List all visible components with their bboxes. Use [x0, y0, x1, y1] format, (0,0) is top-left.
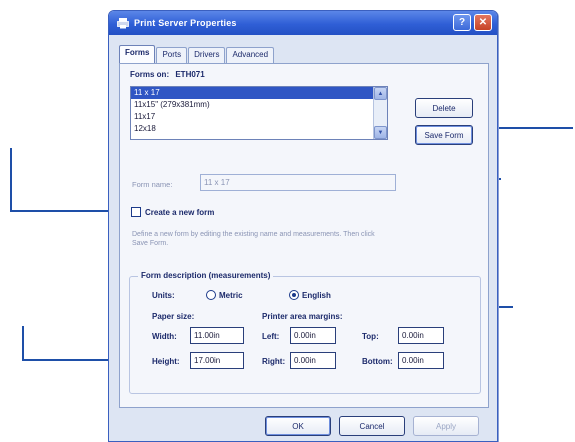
forms-on-label: Forms on: ETH071 [130, 70, 205, 79]
delete-button[interactable]: Delete [415, 98, 473, 118]
top-margin-label: Top: [362, 332, 379, 341]
save-form-button[interactable]: Save Form [415, 125, 473, 145]
forms-on-text: Forms on: [130, 70, 170, 79]
help-button[interactable]: ? [453, 14, 471, 31]
left-margin-field[interactable]: 0.00in [290, 327, 336, 344]
metric-radio[interactable] [206, 290, 216, 300]
list-item[interactable]: 11 x 17 [131, 87, 387, 99]
top-margin-field[interactable]: 0.00in [398, 327, 444, 344]
width-field[interactable]: 11.00in [190, 327, 244, 344]
scroll-down-icon[interactable]: ▼ [374, 126, 387, 139]
paper-size-label: Paper size: [152, 312, 195, 321]
forms-panel: Forms on: ETH071 11 x 17 11x15" (279x381… [119, 63, 489, 408]
right-margin-label: Right: [262, 357, 286, 366]
tab-advanced[interactable]: Advanced [226, 47, 275, 63]
ok-button[interactable]: OK [265, 416, 331, 436]
server-name: ETH071 [175, 70, 205, 79]
create-new-form-label: Create a new form [145, 207, 215, 217]
printer-margins-label: Printer area margins: [262, 312, 343, 321]
form-name-label: Form name: [132, 180, 173, 189]
height-label: Height: [152, 357, 180, 366]
right-margin-field[interactable]: 0.00in [290, 352, 336, 369]
create-form-description: Define a new form by editing the existin… [132, 231, 375, 247]
width-label: Width: [152, 332, 177, 341]
create-new-form-checkbox[interactable] [131, 207, 141, 217]
metric-radio-option[interactable]: Metric [206, 290, 243, 300]
tab-drivers[interactable]: Drivers [188, 47, 226, 63]
english-label: English [302, 290, 331, 300]
height-field[interactable]: 17.00in [190, 352, 244, 369]
english-radio-option[interactable]: English [289, 290, 331, 300]
create-new-form-row[interactable]: Create a new form [131, 207, 214, 217]
scroll-up-icon[interactable]: ▲ [374, 87, 387, 100]
forms-listbox[interactable]: 11 x 17 11x15" (279x381mm) 11x17 12x18 ▲… [130, 86, 388, 140]
window-title: Print Server Properties [134, 18, 237, 28]
cancel-button[interactable]: Cancel [339, 416, 405, 436]
bottom-margin-field[interactable]: 0.00in [398, 352, 444, 369]
list-item[interactable]: 11x17 [131, 111, 387, 123]
title-bar[interactable]: Print Server Properties ? ✕ [109, 11, 497, 35]
tab-strip: Forms Ports Drivers Advanced [119, 45, 275, 63]
list-item[interactable]: 12x18 [131, 123, 387, 135]
metric-label: Metric [219, 290, 243, 300]
printer-icon [117, 18, 129, 29]
apply-button[interactable]: Apply [413, 416, 479, 436]
bottom-margin-label: Bottom: [362, 357, 393, 366]
close-button[interactable]: ✕ [474, 14, 492, 31]
measurements-group-label: Form description (measurements) [138, 271, 274, 280]
list-item[interactable]: 11x15" (279x381mm) [131, 99, 387, 111]
english-radio[interactable] [289, 290, 299, 300]
tab-forms[interactable]: Forms [119, 45, 156, 63]
form-name-field[interactable]: 11 x 17 [200, 174, 396, 191]
print-server-properties-dialog: Print Server Properties ? ✕ Forms Ports … [108, 10, 498, 442]
measurements-group: Form description (measurements) Units: M… [129, 271, 481, 394]
left-margin-label: Left: [262, 332, 280, 341]
listbox-scrollbar[interactable]: ▲ ▼ [373, 87, 387, 139]
units-label: Units: [152, 291, 175, 300]
tab-ports[interactable]: Ports [156, 47, 188, 63]
